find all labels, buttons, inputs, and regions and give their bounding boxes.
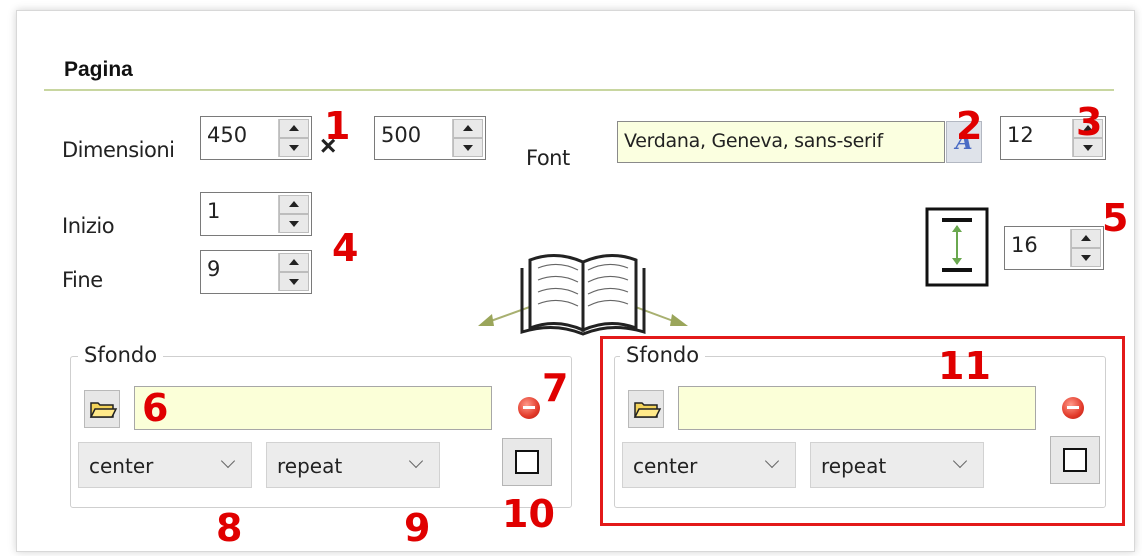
height-stepper[interactable]: 500 xyxy=(374,116,486,160)
width-down-button[interactable] xyxy=(279,138,309,157)
folder-open-icon xyxy=(89,402,118,418)
start-up-button[interactable] xyxy=(279,195,309,214)
width-up-button[interactable] xyxy=(279,119,309,138)
marker-1: 1 xyxy=(324,104,351,148)
end-label: Fine xyxy=(62,268,103,292)
width-stepper[interactable]: 450 xyxy=(200,116,312,160)
section-divider xyxy=(44,89,1114,91)
height-up-button[interactable] xyxy=(453,119,483,138)
line-height-stepper[interactable]: 16 xyxy=(1004,226,1104,270)
marker-3: 3 xyxy=(1076,100,1103,144)
background-left-repeat-value: repeat xyxy=(277,454,343,478)
line-height-value: 16 xyxy=(1011,233,1038,257)
open-book-icon xyxy=(468,246,698,336)
marker-5: 5 xyxy=(1102,196,1129,240)
dimensions-label: Dimensioni xyxy=(62,138,175,162)
end-page-stepper[interactable]: 9 xyxy=(200,250,312,294)
height-down-button[interactable] xyxy=(453,138,483,157)
end-down-button[interactable] xyxy=(279,272,309,291)
background-left-position-select[interactable]: center xyxy=(78,442,252,488)
marker-8: 8 xyxy=(216,506,243,550)
background-left-path-field[interactable] xyxy=(134,386,492,430)
font-label: Font xyxy=(526,146,570,170)
start-label: Inizio xyxy=(62,214,115,238)
chevron-down-icon xyxy=(220,453,236,469)
font-family-field[interactable]: Verdana, Geneva, sans-serif xyxy=(617,121,945,163)
start-page-stepper[interactable]: 1 xyxy=(200,192,312,236)
height-value: 500 xyxy=(381,123,422,147)
start-down-button[interactable] xyxy=(279,214,309,233)
start-page-value: 1 xyxy=(207,199,221,223)
marker-10: 10 xyxy=(502,492,555,536)
line-height-down-button[interactable] xyxy=(1071,248,1101,267)
browse-background-left-button[interactable] xyxy=(84,390,120,428)
remove-background-left-icon[interactable] xyxy=(518,397,540,419)
font-family-value: Verdana, Geneva, sans-serif xyxy=(624,130,883,152)
end-page-value: 9 xyxy=(207,257,221,281)
marker-4: 4 xyxy=(332,226,359,270)
line-height-icon xyxy=(924,206,990,288)
color-swatch xyxy=(515,450,539,474)
marker-7: 7 xyxy=(542,366,569,410)
marker-6: 6 xyxy=(142,386,169,430)
section-title: Pagina xyxy=(64,58,133,81)
background-group-left-title: Sfondo xyxy=(78,343,164,367)
end-up-button[interactable] xyxy=(279,253,309,272)
line-height-up-button[interactable] xyxy=(1071,229,1101,248)
font-size-value: 12 xyxy=(1007,123,1034,147)
background-left-repeat-select[interactable]: repeat xyxy=(266,442,440,488)
marker-11: 11 xyxy=(938,344,991,388)
width-value: 450 xyxy=(207,123,248,147)
chevron-down-icon xyxy=(408,453,424,469)
highlight-frame xyxy=(600,336,1125,526)
background-left-position-value: center xyxy=(89,454,154,478)
marker-2: 2 xyxy=(956,104,983,148)
marker-9: 9 xyxy=(404,506,431,550)
background-left-color-button[interactable] xyxy=(502,438,552,486)
